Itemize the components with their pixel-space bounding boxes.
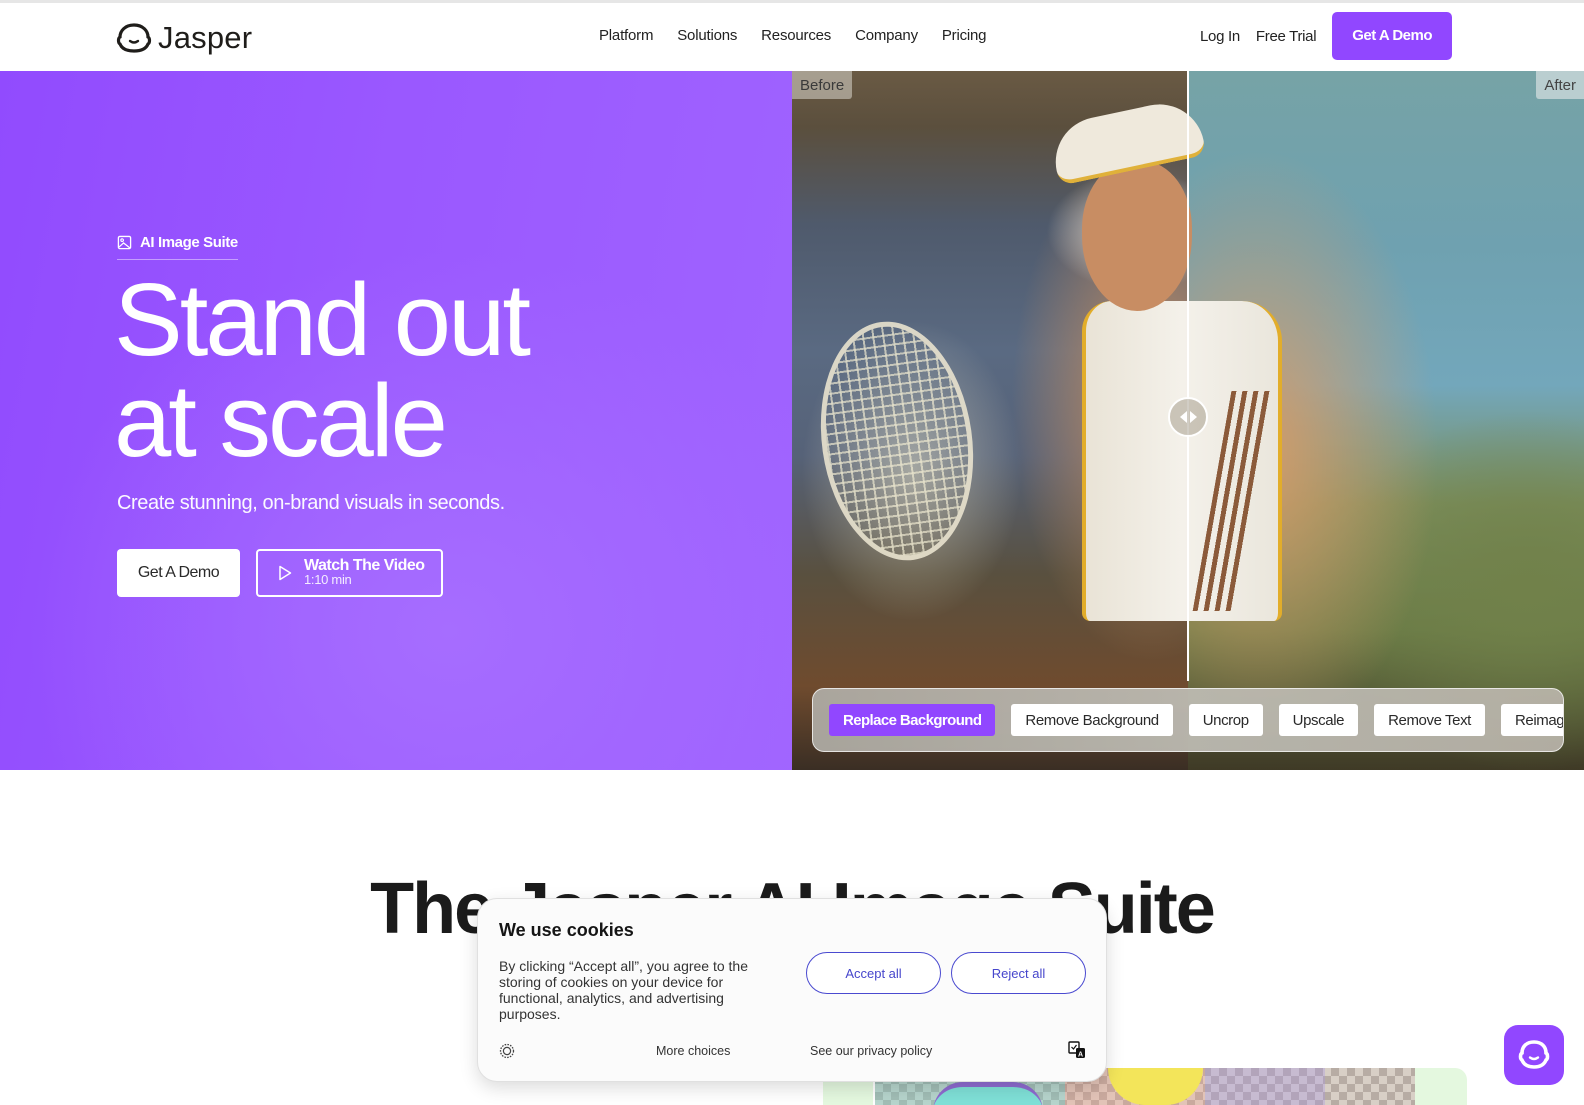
svg-text:A: A — [1078, 1051, 1083, 1058]
strip-tint — [1205, 1068, 1325, 1105]
jasper-chat-icon — [1518, 1040, 1550, 1069]
headline-line-2: at scale — [114, 363, 448, 478]
watch-video-button[interactable]: Watch The Video 1:10 min — [256, 549, 443, 597]
main-nav: Platform Solutions Resources Company Pri… — [599, 27, 987, 44]
before-label: Before — [792, 71, 853, 99]
arrow-right-icon — [1189, 411, 1197, 423]
top-navbar: Jasper Platform Solutions Resources Comp… — [0, 0, 1584, 71]
arrow-left-icon — [1179, 411, 1187, 423]
hero-subtitle: Create stunning, on-brand visuals in sec… — [117, 492, 505, 514]
reject-all-button[interactable]: Reject all — [951, 952, 1086, 994]
chat-widget-button[interactable] — [1504, 1025, 1564, 1085]
cookie-description: By clicking “Accept all”, you agree to t… — [499, 958, 749, 1022]
image-compare: Before After Replace Background Remove B… — [792, 71, 1584, 770]
hero-get-demo-button[interactable]: Get A Demo — [117, 549, 240, 597]
login-link[interactable]: Log In — [1200, 28, 1240, 45]
tool-uncrop[interactable]: Uncrop — [1188, 704, 1263, 736]
compare-divider[interactable] — [1187, 71, 1189, 681]
hero-section: AI Image Suite Stand out at scale Create… — [0, 71, 792, 770]
nav-solutions[interactable]: Solutions — [677, 27, 737, 44]
tool-remove-text[interactable]: Remove Text — [1374, 704, 1485, 736]
nav-actions: Log In Free Trial Get A Demo — [1200, 12, 1452, 60]
product-badge: AI Image Suite — [117, 234, 238, 260]
video-title: Watch The Video — [304, 557, 425, 574]
tool-upscale[interactable]: Upscale — [1278, 704, 1359, 736]
nav-resources[interactable]: Resources — [761, 27, 831, 44]
brand-name: Jasper — [158, 20, 253, 55]
free-trial-link[interactable]: Free Trial — [1256, 28, 1317, 45]
image-icon — [117, 235, 132, 250]
nav-pricing[interactable]: Pricing — [942, 27, 987, 44]
nav-get-demo-button[interactable]: Get A Demo — [1332, 12, 1452, 60]
nav-company[interactable]: Company — [855, 27, 918, 44]
model-face-figure — [1082, 161, 1192, 311]
video-text: Watch The Video 1:10 min — [304, 557, 425, 587]
tool-reimagine[interactable]: Reimagine — [1500, 704, 1563, 736]
jasper-logo[interactable]: Jasper — [116, 20, 252, 56]
tool-remove-background[interactable]: Remove Background — [1011, 704, 1173, 736]
cookie-banner: We use cookies By clicking “Accept all”,… — [477, 898, 1107, 1082]
strip-right-panel — [1415, 1068, 1467, 1105]
cookie-title: We use cookies — [499, 920, 634, 940]
nav-platform[interactable]: Platform — [599, 27, 653, 44]
after-label: After — [1536, 71, 1584, 99]
headline-line-1: Stand out — [114, 262, 531, 377]
accept-all-button[interactable]: Accept all — [806, 952, 941, 994]
tool-chips: Replace Background Remove Background Unc… — [812, 688, 1564, 752]
badge-label: AI Image Suite — [140, 234, 238, 251]
video-duration: 1:10 min — [304, 572, 352, 587]
language-translate-icon[interactable]: A — [1068, 1041, 1086, 1059]
hero-headline: Stand out at scale — [114, 262, 531, 478]
teal-shirt-image — [933, 1082, 1043, 1105]
privacy-policy-link[interactable]: See our privacy policy — [810, 1044, 932, 1058]
play-icon — [279, 565, 292, 581]
tool-replace-background[interactable]: Replace Background — [829, 704, 996, 736]
cookie-settings-icon[interactable] — [499, 1043, 515, 1059]
jasper-logo-icon — [116, 23, 152, 53]
more-choices-link[interactable]: More choices — [656, 1044, 730, 1058]
compare-slider-handle[interactable] — [1168, 397, 1208, 437]
